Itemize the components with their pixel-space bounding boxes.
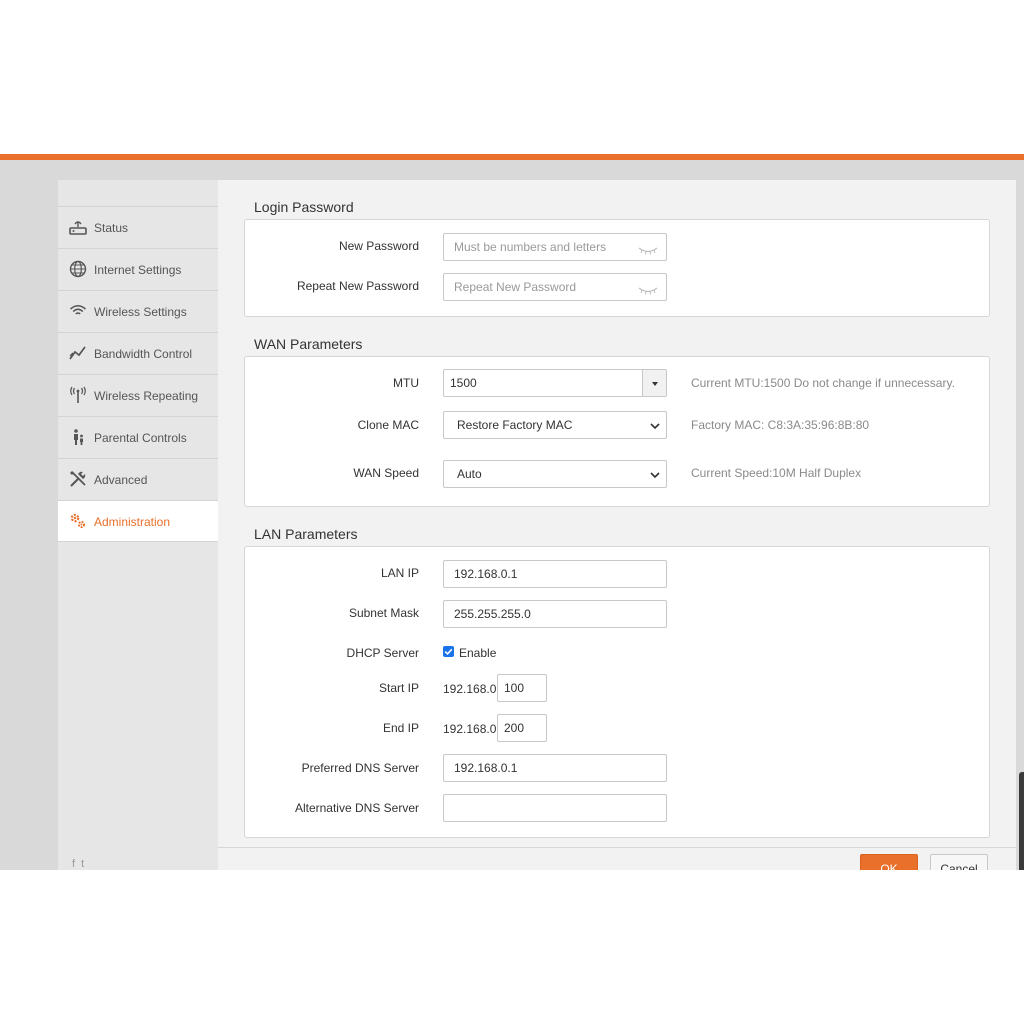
- sidebar-item-bandwidth-control[interactable]: Bandwidth Control: [58, 332, 218, 374]
- mtu-hint: Current MTU:1500 Do not change if unnece…: [691, 376, 955, 390]
- mtu-combobox[interactable]: 1500: [443, 369, 667, 397]
- dhcp-enable-label[interactable]: Enable: [459, 646, 496, 660]
- mtu-label: MTU: [393, 376, 419, 390]
- wan-speed-value: Auto: [457, 467, 482, 481]
- wan-parameters-panel: MTU 1500 Current MTU:1500 Do not change …: [244, 356, 990, 507]
- alternative-dns-input[interactable]: [443, 794, 667, 822]
- lan-ip-input[interactable]: 192.168.0.1: [443, 560, 667, 588]
- alternative-dns-label: Alternative DNS Server: [294, 801, 419, 815]
- factory-mac-hint: Factory MAC: C8:3A:35:96:8B:80: [691, 418, 870, 432]
- brand-top-bar: [0, 154, 1024, 160]
- dhcp-server-label: DHCP Server: [346, 646, 419, 660]
- subnet-mask-input[interactable]: 255.255.255.0: [443, 600, 667, 628]
- gears-icon: [69, 512, 87, 530]
- start-ip-label: Start IP: [378, 681, 419, 695]
- sidebar-item-label: Internet Settings: [94, 263, 182, 277]
- start-ip-input[interactable]: 100: [497, 674, 547, 702]
- twitter-icon[interactable]: t: [81, 858, 84, 870]
- sidebar-item-label: Advanced: [94, 473, 148, 487]
- caret-down-icon: [652, 382, 658, 386]
- clone-mac-select[interactable]: Restore Factory MAC: [443, 411, 667, 439]
- chevron-down-icon: [650, 472, 660, 479]
- main-content: Login Password New Password Must be numb…: [218, 180, 1016, 870]
- wifi-icon: [69, 302, 87, 320]
- cancel-button[interactable]: Cancel: [930, 854, 988, 870]
- sidebar-item-wireless-repeating[interactable]: Wireless Repeating: [58, 374, 218, 416]
- login-password-panel: New Password Must be numbers and letters…: [244, 219, 990, 317]
- preferred-dns-value: 192.168.0.1: [454, 761, 518, 775]
- repeat-password-input[interactable]: Repeat New Password: [443, 273, 667, 301]
- end-ip-prefix: 192.168.0.: [443, 722, 500, 736]
- footer-divider: [218, 847, 1016, 848]
- start-ip-prefix: 192.168.0.: [443, 682, 500, 696]
- subnet-mask-label: Subnet Mask: [348, 606, 419, 620]
- wan-speed-label: WAN Speed: [353, 466, 419, 480]
- family-icon: [69, 428, 87, 446]
- router-admin-app: Status Internet Settings Wireless Settin…: [0, 154, 1024, 870]
- preferred-dns-input[interactable]: 192.168.0.1: [443, 754, 667, 782]
- new-password-input[interactable]: Must be numbers and letters: [443, 233, 667, 261]
- preferred-dns-label: Preferred DNS Server: [301, 761, 419, 775]
- lan-parameters-panel: LAN IP 192.168.0.1 Subnet Mask 255.255.2…: [244, 546, 990, 838]
- sidebar-item-label: Wireless Settings: [94, 305, 187, 319]
- check-icon: [444, 648, 453, 656]
- current-speed-hint: Current Speed:10M Half Duplex: [691, 466, 862, 480]
- clone-mac-value: Restore Factory MAC: [457, 418, 573, 432]
- lan-ip-value: 192.168.0.1: [454, 567, 518, 581]
- sidebar-item-label: Administration: [94, 515, 171, 529]
- section-title-wan: WAN Parameters: [254, 336, 363, 352]
- end-ip-value: 200: [504, 721, 525, 735]
- chart-line-icon: [69, 344, 87, 362]
- page: Status Internet Settings Wireless Settin…: [0, 0, 1024, 1024]
- social-links: f t: [72, 858, 84, 870]
- new-password-placeholder: Must be numbers and letters: [454, 240, 607, 254]
- section-title-lan: LAN Parameters: [254, 526, 358, 542]
- router-icon: [69, 218, 87, 236]
- wan-speed-select[interactable]: Auto: [443, 460, 667, 488]
- facebook-icon[interactable]: f: [72, 858, 75, 870]
- sidebar: Status Internet Settings Wireless Settin…: [58, 180, 218, 870]
- sidebar-item-label: Status: [94, 221, 129, 235]
- clone-mac-label: Clone MAC: [357, 418, 419, 432]
- sidebar-item-administration[interactable]: Administration: [58, 500, 218, 542]
- sidebar-item-wireless-settings[interactable]: Wireless Settings: [58, 290, 218, 332]
- sidebar-item-label: Bandwidth Control: [94, 347, 193, 361]
- ok-button[interactable]: OK: [860, 854, 918, 870]
- end-ip-input[interactable]: 200: [497, 714, 547, 742]
- window-edge: [1019, 772, 1024, 870]
- eye-closed-icon[interactable]: [638, 280, 658, 295]
- sidebar-item-parental-controls[interactable]: Parental Controls: [58, 416, 218, 458]
- repeat-password-label: Repeat New Password: [296, 279, 419, 293]
- antenna-icon: [69, 386, 87, 404]
- new-password-label: New Password: [338, 239, 419, 253]
- mtu-value: 1500: [450, 376, 477, 390]
- tools-icon: [69, 470, 87, 488]
- mtu-dropdown-button[interactable]: [642, 370, 666, 396]
- eye-closed-icon[interactable]: [638, 240, 658, 255]
- sidebar-item-label: Parental Controls: [94, 431, 187, 445]
- sidebar-item-advanced[interactable]: Advanced: [58, 458, 218, 500]
- repeat-password-placeholder: Repeat New Password: [454, 280, 577, 294]
- lan-ip-label: LAN IP: [380, 566, 419, 580]
- end-ip-label: End IP: [382, 721, 419, 735]
- chevron-down-icon: [650, 423, 660, 430]
- sidebar-item-internet-settings[interactable]: Internet Settings: [58, 248, 218, 290]
- start-ip-value: 100: [504, 681, 525, 695]
- subnet-mask-value: 255.255.255.0: [454, 607, 531, 621]
- globe-icon: [69, 260, 87, 278]
- sidebar-item-status[interactable]: Status: [58, 206, 218, 248]
- section-title-login: Login Password: [254, 199, 354, 215]
- sidebar-item-label: Wireless Repeating: [94, 389, 199, 403]
- dhcp-enable-checkbox[interactable]: [443, 646, 454, 657]
